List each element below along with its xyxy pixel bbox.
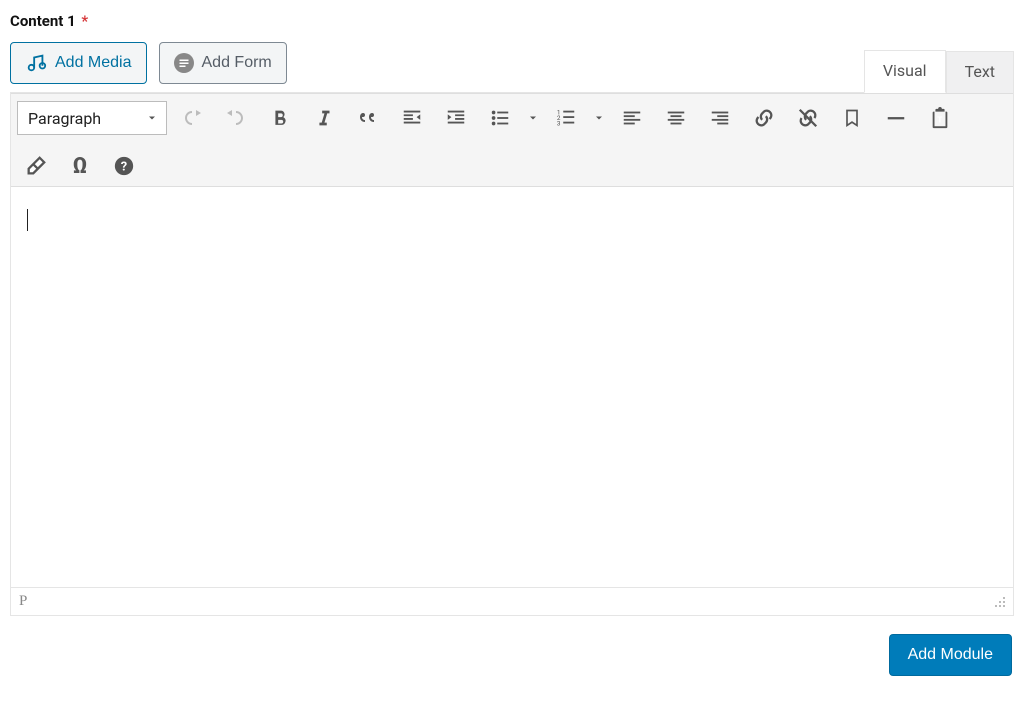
align-center-button[interactable]: [657, 100, 695, 136]
editor-status-bar: P: [11, 587, 1013, 615]
eraser-icon: [25, 155, 47, 177]
indent-icon: [445, 107, 467, 129]
editor-content-area[interactable]: [11, 187, 1013, 587]
indent-button[interactable]: [437, 100, 475, 136]
tab-text-label: Text: [965, 62, 995, 81]
bookmark-button[interactable]: [833, 100, 871, 136]
form-icon: [174, 53, 194, 73]
add-media-button[interactable]: Add Media: [10, 42, 147, 84]
horizontal-rule-button[interactable]: [877, 100, 915, 136]
svg-text:T: T: [937, 116, 942, 126]
add-module-label: Add Module: [908, 646, 993, 664]
svg-text:3: 3: [557, 119, 561, 127]
add-module-button[interactable]: Add Module: [889, 634, 1012, 676]
add-form-button[interactable]: Add Form: [159, 42, 287, 84]
bold-button[interactable]: [261, 100, 299, 136]
unlink-button[interactable]: [789, 100, 827, 136]
format-select[interactable]: Paragraph: [17, 101, 167, 135]
clipboard-text-icon: T: [929, 107, 951, 129]
add-media-label: Add Media: [55, 54, 132, 72]
help-button[interactable]: ?: [105, 148, 143, 184]
redo-icon: [224, 106, 248, 130]
svg-text:?: ?: [121, 160, 127, 175]
bookmark-icon: [842, 107, 862, 129]
caret-down-icon: [593, 112, 605, 124]
element-path[interactable]: P: [19, 593, 27, 610]
add-form-label: Add Form: [202, 54, 272, 72]
outdent-button[interactable]: [393, 100, 431, 136]
media-note-icon: [25, 52, 47, 74]
link-icon: [753, 107, 775, 129]
align-right-icon: [709, 107, 731, 129]
bullet-list-icon: [489, 107, 511, 129]
bullet-list-menu[interactable]: [525, 112, 541, 124]
numbered-list-menu[interactable]: [591, 112, 607, 124]
align-left-icon: [621, 107, 643, 129]
field-label-text: Content 1: [10, 12, 76, 30]
horizontal-rule-icon: [885, 107, 907, 129]
unlink-icon: [797, 107, 819, 129]
help-icon: ?: [113, 155, 135, 177]
outdent-icon: [401, 107, 423, 129]
resize-handle[interactable]: [993, 595, 1007, 609]
tab-visual-label: Visual: [883, 61, 927, 80]
text-cursor: [27, 209, 28, 231]
undo-icon: [180, 106, 204, 130]
tab-text[interactable]: Text: [946, 51, 1014, 93]
redo-button[interactable]: [217, 100, 255, 136]
format-select-value: Paragraph: [28, 109, 101, 128]
editor-toolbar: Paragraph: [11, 93, 1013, 187]
italic-button[interactable]: [305, 100, 343, 136]
quote-icon: [356, 106, 380, 130]
align-left-button[interactable]: [613, 100, 651, 136]
caret-down-icon: [527, 112, 539, 124]
bullet-list-button[interactable]: [481, 100, 519, 136]
align-center-icon: [665, 107, 687, 129]
align-right-button[interactable]: [701, 100, 739, 136]
paste-text-button[interactable]: T: [921, 100, 959, 136]
tab-visual[interactable]: Visual: [864, 50, 946, 93]
caret-down-icon: [146, 112, 158, 124]
link-button[interactable]: [745, 100, 783, 136]
clear-formatting-button[interactable]: [17, 148, 55, 184]
special-character-button[interactable]: Ω: [61, 148, 99, 184]
numbered-list-button[interactable]: 123: [547, 100, 585, 136]
required-asterisk: *: [81, 12, 88, 30]
italic-icon: [313, 107, 335, 129]
blockquote-button[interactable]: [349, 100, 387, 136]
undo-button[interactable]: [173, 100, 211, 136]
omega-icon: Ω: [73, 154, 88, 179]
field-label: Content 1 *: [10, 0, 1014, 42]
bold-icon: [269, 107, 291, 129]
numbered-list-icon: 123: [555, 107, 577, 129]
